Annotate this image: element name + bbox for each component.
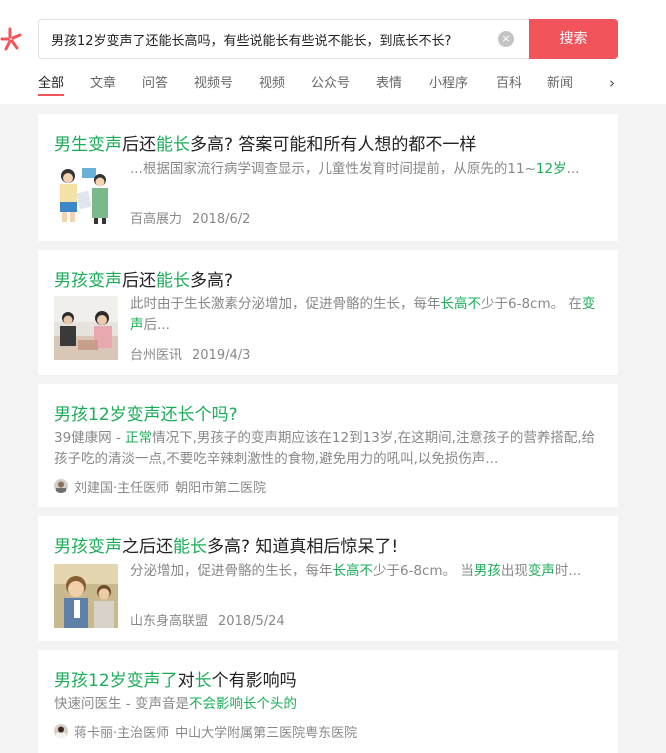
result-snippet: 快速问医生 - 变声音是不会影响长个头的 [54,696,297,712]
tab-channels[interactable]: 视频号 [194,72,233,98]
doctor-avatar [54,479,68,493]
tab-videos[interactable]: 视频 [259,72,285,98]
doctor-avatar [54,724,68,738]
result-title[interactable]: 男孩12岁变声还长个吗? [54,400,602,425]
search-button[interactable]: 搜索 [529,19,618,59]
header-bar: × 搜索 全部 文章 问答 视频号 视频 公众号 表情 小程序 百科 新闻 › [0,0,666,104]
result-source[interactable]: 百高展力 [130,212,182,227]
result-snippet: 39健康网 - 正常情况下,男孩子的变声期应该在12到13岁,在这期间,注意孩子… [54,430,596,467]
result-thumbnail [54,564,118,628]
doctor-hospital: 朝阳市第二医院 [175,481,267,496]
tab-qa[interactable]: 问答 [142,72,168,98]
result-thumbnail [54,162,118,226]
tab-mini-programs[interactable]: 小程序 [429,72,468,98]
result-card[interactable]: 男孩变声后还能长多高? 此时由于生长激素分泌增加，促进骨骼的生长，每年长高不少于… [38,250,618,375]
result-card[interactable]: 男孩12岁变声还长个吗? 39健康网 - 正常情况下,男孩子的变声期应该在12到… [38,384,618,507]
result-title[interactable]: 男生变声后还能长多高? 答案可能和所有人想的都不一样 [54,130,602,155]
result-title[interactable]: 男孩变声后还能长多高? [54,266,602,291]
tab-official-accounts[interactable]: 公众号 [311,72,350,98]
tab-bar: 全部 文章 问答 视频号 视频 公众号 表情 小程序 百科 新闻 [38,72,608,98]
doctor-name[interactable]: 刘建国·主任医师 [74,481,169,496]
tab-all[interactable]: 全部 [38,72,65,98]
result-meta: 台州医讯 2019/4/3 [130,344,250,363]
doctor-info: 刘建国·主任医师 朝阳市第二医院 [74,477,266,496]
result-meta: 山东身高联盟 2018/5/24 [130,610,285,629]
result-snippet: 分泌增加，促进骨骼的生长，每年长高不少于6-8cm。 当男孩出现变声时... [130,563,582,579]
chevron-right-icon[interactable]: › [605,74,619,92]
result-source[interactable]: 山东身高联盟 [130,614,208,629]
result-date: 2019/4/3 [192,348,251,363]
result-thumbnail [54,296,118,360]
tab-articles[interactable]: 文章 [90,72,116,98]
doctor-name[interactable]: 蒋卡丽·主治医师 [74,726,169,741]
result-snippet: 此时由于生长激素分泌增加，促进骨骼的生长，每年长高不少于6-8cm。 在变声后.… [130,296,596,333]
result-card[interactable]: 男孩12岁变声了对长个有影响吗 快速问医生 - 变声音是不会影响长个头的 蒋卡丽… [38,650,618,753]
result-snippet: ...根据国家流行病学调查显示，儿童性发育时间提前，从原先的11~12岁... [130,161,580,177]
result-title[interactable]: 男孩变声之后还能长多高? 知道真相后惊呆了! [54,532,602,557]
clear-icon[interactable]: × [498,31,514,47]
search-input[interactable] [51,20,496,58]
result-card[interactable]: 男孩变声之后还能长多高? 知道真相后惊呆了! 分泌增加，促进骨骼的生长，每年长高… [38,516,618,641]
result-date: 2018/5/24 [218,614,285,629]
result-date: 2018/6/2 [192,212,251,227]
logo-icon [0,27,22,51]
result-meta: 百高展力 2018/6/2 [130,208,250,227]
tab-encyclopedia[interactable]: 百科 [496,72,522,98]
doctor-info: 蒋卡丽·主治医师 中山大学附属第三医院粤东医院 [74,722,357,741]
search-box: × [38,19,529,59]
result-title[interactable]: 男孩12岁变声了对长个有影响吗 [54,666,602,691]
doctor-hospital: 中山大学附属第三医院粤东医院 [175,726,358,741]
result-source[interactable]: 台州医讯 [130,348,182,363]
result-card[interactable]: 男生变声后还能长多高? 答案可能和所有人想的都不一样 ...根据国家流行病学调查… [38,114,618,241]
tab-news[interactable]: 新闻 [547,72,573,98]
tab-stickers[interactable]: 表情 [376,72,402,98]
